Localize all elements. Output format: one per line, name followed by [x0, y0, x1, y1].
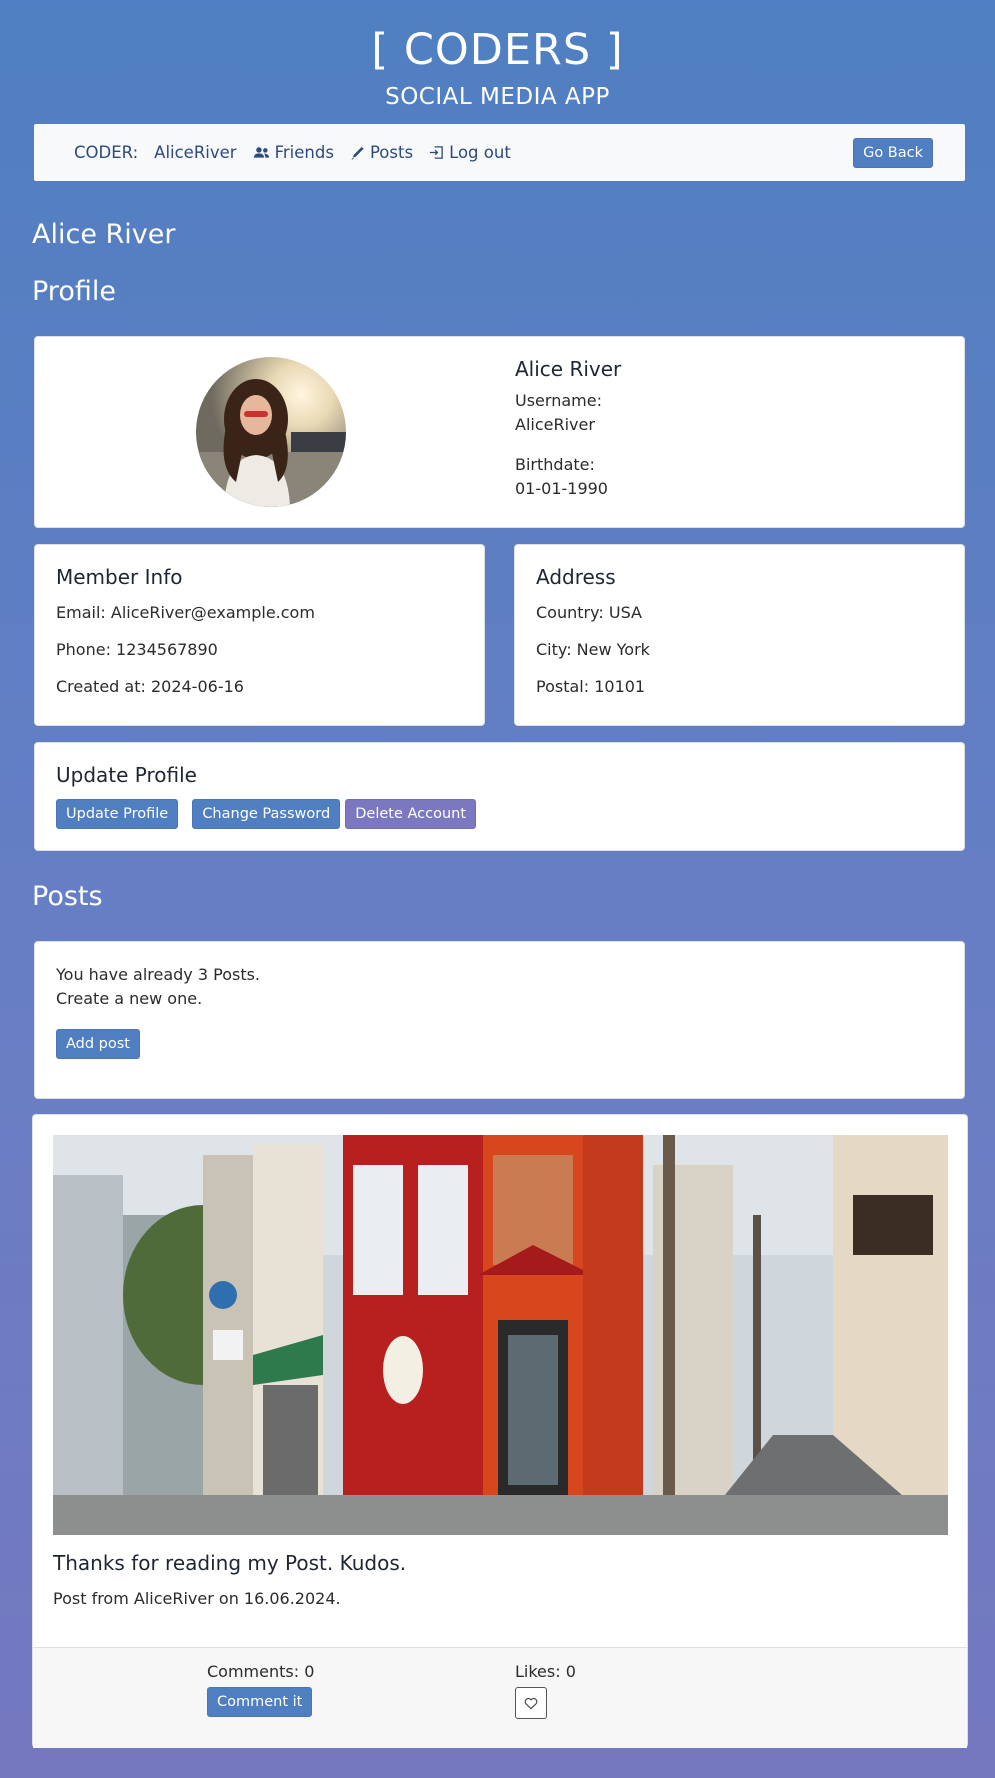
logout-icon [430, 146, 443, 159]
go-back-button[interactable]: Go Back [853, 137, 933, 168]
nav-username-link[interactable]: AliceRiver [154, 143, 236, 162]
app-subtitle: SOCIAL MEDIA APP [385, 84, 610, 110]
update-profile-button[interactable]: Update Profile [56, 799, 179, 829]
update-profile-title: Update Profile [56, 763, 197, 787]
nav-logout-link[interactable]: Log out [429, 143, 511, 162]
address-city: City: New York [536, 640, 650, 659]
delete-account-button[interactable]: Delete Account [345, 799, 477, 829]
heart-icon [524, 1697, 538, 1710]
coder-label: CODER: [74, 143, 139, 162]
member-info-title: Member Info [56, 565, 183, 589]
nav-logout-label: Log out [449, 143, 511, 162]
update-profile-card: Update Profile Update Profile Change Pas… [34, 742, 965, 851]
page-title: Alice River [32, 219, 176, 250]
post-title: Thanks for reading my Post. Kudos. [53, 1551, 407, 1575]
change-password-button[interactable]: Change Password [192, 799, 341, 829]
nav-posts-label: Posts [369, 143, 414, 162]
posts-count-text: You have already 3 Posts. [56, 965, 261, 984]
member-phone: Phone: 1234567890 [56, 640, 218, 659]
address-card: Address Country: USA City: New York Post… [514, 544, 965, 726]
like-button[interactable] [515, 1687, 547, 1719]
address-postal: Postal: 10101 [536, 677, 646, 696]
create-new-text: Create a new one. [56, 989, 203, 1008]
navbar: CODER: AliceRiver Friends Posts Log out … [34, 124, 965, 181]
likes-count: Likes: 0 [515, 1662, 576, 1681]
address-title: Address [536, 565, 616, 589]
profile-name: Alice River [515, 357, 622, 381]
profile-heading: Profile [32, 276, 116, 307]
profile-card: Alice River Username: AliceRiver Birthda… [34, 336, 965, 528]
birthdate-label: Birthdate: [515, 455, 595, 474]
address-country: Country: USA [536, 603, 642, 622]
posts-heading: Posts [32, 881, 103, 912]
member-email: Email: AliceRiver@example.com [56, 603, 315, 622]
member-info-card: Member Info Email: AliceRiver@example.co… [34, 544, 485, 726]
users-icon [253, 147, 269, 158]
username-value: AliceRiver [515, 415, 595, 434]
post-footer: Comments: 0 Comment it Likes: 0 [33, 1647, 967, 1748]
birthdate-value: 01-01-1990 [515, 479, 608, 498]
nav-friends-link[interactable]: Friends [253, 143, 334, 162]
comment-button[interactable]: Comment it [207, 1687, 313, 1717]
member-created: Created at: 2024-06-16 [56, 677, 244, 696]
avatar [196, 357, 346, 507]
app-header: [ CODERS ] SOCIAL MEDIA APP [0, 0, 995, 110]
app-brand: [ CODERS ] [371, 25, 624, 75]
post-image [53, 1135, 948, 1535]
nav-friends-label: Friends [274, 143, 334, 162]
pen-icon [351, 146, 364, 160]
post-meta: Post from AliceRiver on 16.06.2024. [53, 1589, 341, 1608]
add-post-button[interactable]: Add post [56, 1029, 140, 1059]
comments-count: Comments: 0 [207, 1662, 315, 1681]
nav-posts-link[interactable]: Posts [350, 143, 413, 162]
post-card: Thanks for reading my Post. Kudos. Post … [32, 1114, 968, 1748]
posts-summary-card: You have already 3 Posts. Create a new o… [34, 941, 965, 1099]
username-label: Username: [515, 391, 602, 410]
